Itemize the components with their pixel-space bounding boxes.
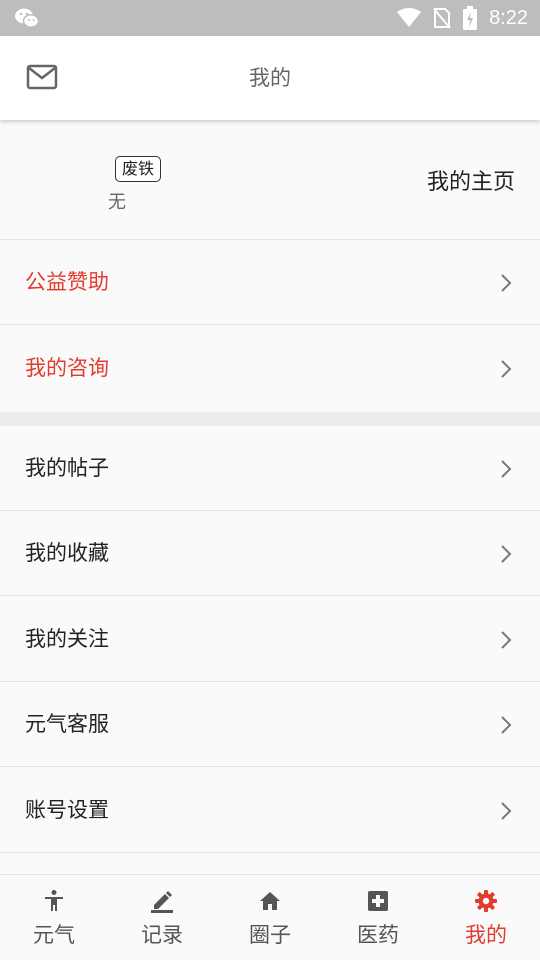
tab-label: 元气	[33, 923, 75, 947]
menu-item-following[interactable]: 我的关注	[0, 597, 540, 682]
wifi-icon	[397, 8, 422, 27]
menu-item-consultation[interactable]: 我的咨询	[0, 326, 540, 411]
menu-item-label: 账号设置	[25, 798, 109, 822]
tab-label: 我的	[465, 923, 507, 947]
accessibility-icon	[45, 890, 63, 911]
nickname: 无	[108, 192, 126, 213]
wechat-icon	[15, 8, 40, 28]
tab-records[interactable]: 记录	[108, 875, 216, 960]
bottom-tab-bar: 元气 记录 圈子 医药 我的	[0, 874, 540, 960]
no-sim-icon	[433, 8, 451, 29]
home-icon	[260, 892, 280, 910]
chevron-right-icon	[501, 360, 512, 378]
tab-medicine[interactable]: 医药	[324, 875, 432, 960]
app-bar: 我的	[0, 36, 540, 120]
tab-label: 记录	[141, 923, 183, 947]
menu-item-posts[interactable]: 我的帖子	[0, 426, 540, 511]
menu-item-favorites[interactable]: 我的收藏	[0, 511, 540, 596]
menu-item-account-settings[interactable]: 账号设置	[0, 768, 540, 853]
pen-icon	[151, 891, 173, 913]
tab-yuanqi[interactable]: 元气	[0, 875, 108, 960]
chevron-right-icon	[501, 631, 512, 649]
menu-item-label: 我的帖子	[25, 456, 109, 480]
menu-item-label: 我的咨询	[25, 356, 109, 380]
section-divider	[0, 412, 540, 426]
profile-section[interactable]: 废铁 无 我的主页	[0, 120, 540, 240]
tab-label: 圈子	[249, 923, 291, 947]
menu-item-label: 元气客服	[25, 712, 109, 736]
battery-charging-icon	[463, 6, 478, 30]
level-badge: 废铁	[115, 156, 162, 182]
chevron-right-icon	[501, 716, 512, 734]
menu-item-label: 我的关注	[25, 627, 109, 651]
tab-mine[interactable]: 我的	[432, 875, 540, 960]
chevron-right-icon	[501, 274, 512, 292]
menu-item-sponsor[interactable]: 公益赞助	[0, 240, 540, 325]
tab-label: 医药	[357, 923, 399, 947]
main-content: 废铁 无 我的主页 公益赞助 我的咨询 我的帖子 我的收藏 我的关注 元气客服 …	[0, 120, 540, 874]
status-bar: 8:22	[0, 0, 540, 36]
menu-item-customer-service[interactable]: 元气客服	[0, 682, 540, 767]
chevron-right-icon	[501, 460, 512, 478]
chevron-right-icon	[501, 802, 512, 820]
gear-icon	[475, 890, 497, 912]
homepage-link[interactable]: 我的主页	[427, 164, 515, 196]
tab-circle[interactable]: 圈子	[216, 875, 324, 960]
menu-item-label: 我的收藏	[25, 541, 109, 565]
status-time: 8:22	[489, 6, 528, 29]
medical-plus-icon	[368, 891, 388, 911]
chevron-right-icon	[501, 545, 512, 563]
page-title: 我的	[249, 66, 291, 90]
menu-item-label: 公益赞助	[25, 270, 109, 294]
